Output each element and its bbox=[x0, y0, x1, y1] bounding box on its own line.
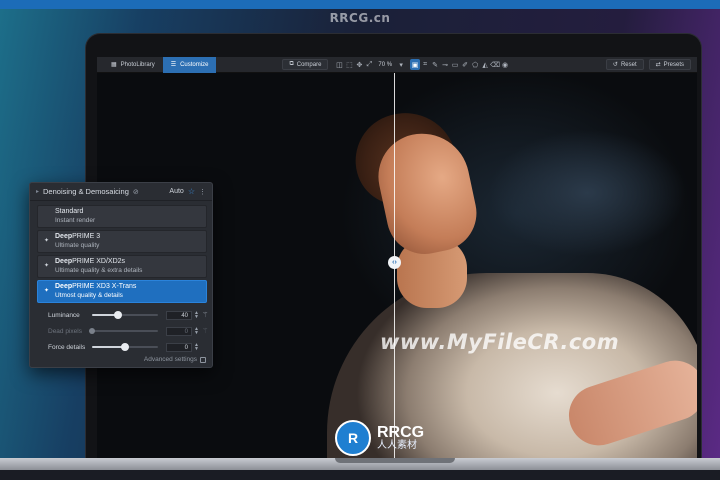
display-icon[interactable]: ▣ bbox=[410, 59, 421, 70]
brush-icon[interactable]: ✐ bbox=[460, 59, 470, 70]
slider-force-details: Force details 0 ▲ ▼ bbox=[48, 341, 216, 353]
presets-label: Presets bbox=[663, 61, 684, 68]
watermark-logo: R RRCG 人人素材 bbox=[335, 418, 455, 458]
slider-knob[interactable] bbox=[121, 343, 129, 351]
top-band bbox=[0, 0, 720, 9]
slider-dead-pixels: Dead pixels 0 ▲ ▼ ⚚ bbox=[48, 325, 216, 337]
sparkle-icon: ✦ bbox=[44, 263, 50, 269]
option-name: DeepPRIME XD/XD2s bbox=[55, 258, 126, 265]
laptop-notch bbox=[335, 458, 455, 463]
zoom-level[interactable]: 70 % bbox=[374, 62, 396, 68]
horizon-icon[interactable]: ⊸ bbox=[440, 59, 450, 70]
option-desc: Ultimate quality bbox=[55, 241, 100, 249]
option-deepprime-3[interactable]: ✦ DeepPRIME 3 Ultimate quality bbox=[37, 230, 207, 253]
watermark-top: RRCG.cn bbox=[329, 11, 391, 25]
reset-label: Reset bbox=[620, 61, 637, 68]
chevron-down-icon[interactable]: ▾ bbox=[396, 59, 406, 70]
collapse-triangle-icon[interactable]: ▸ bbox=[36, 188, 39, 195]
move-icon[interactable]: ✥ bbox=[354, 59, 364, 70]
top-toolbar: ▦ PhotoLibrary ☰ Customize ⧉ Compare ◫ ⬚… bbox=[97, 57, 697, 73]
eyedropper-icon[interactable]: ✎ bbox=[430, 59, 440, 70]
crop-tool-icon[interactable]: ⌗ bbox=[420, 59, 430, 70]
tab-photolibrary-label: PhotoLibrary bbox=[120, 61, 155, 68]
compare-icon: ⧉ bbox=[289, 61, 294, 67]
advanced-settings-toggle[interactable]: Advanced settings bbox=[144, 356, 206, 363]
slider-knob bbox=[89, 328, 95, 334]
slider-label: Force details bbox=[48, 343, 86, 351]
denoising-panel: ▸ Denoising & Demosaicing ⊘ Auto ☆ ⋮ Sta… bbox=[29, 182, 213, 368]
slider-value[interactable]: 40 bbox=[166, 310, 192, 320]
option-name: Standard bbox=[55, 208, 84, 215]
option-name: DeepPRIME XD3 X-Trans bbox=[55, 283, 137, 290]
tab-customize[interactable]: ☰ Customize bbox=[162, 57, 217, 73]
option-desc: Utmost quality & details bbox=[55, 291, 123, 299]
option-desc: Ultimate quality & extra details bbox=[55, 266, 143, 274]
sliders-icon: ☰ bbox=[170, 62, 177, 68]
compare-label: Compare bbox=[296, 61, 322, 68]
presets-button[interactable]: ⇄ Presets bbox=[648, 59, 691, 70]
advanced-settings-label: Advanced settings bbox=[143, 356, 197, 363]
watermark-logo-title: RRCG bbox=[377, 424, 425, 441]
split-view-icon[interactable]: ◫ bbox=[334, 59, 344, 70]
panel-title: Denoising & Demosaicing bbox=[43, 187, 129, 196]
repair-icon[interactable]: ▭ bbox=[450, 59, 460, 70]
panel-header[interactable]: ▸ Denoising & Demosaicing ⊘ Auto ☆ ⋮ bbox=[30, 183, 212, 201]
presets-icon: ⇄ bbox=[655, 62, 661, 68]
grid-icon: ▦ bbox=[111, 62, 117, 68]
option-deepprime-xd2s[interactable]: ✦ DeepPRIME XD/XD2s Ultimate quality & e… bbox=[37, 255, 207, 278]
stepper-icon[interactable]: ▲ ▼ bbox=[194, 343, 199, 352]
tab-customize-label: Customize bbox=[180, 61, 209, 68]
star-icon[interactable]: ☆ bbox=[188, 187, 195, 196]
slider-label: Dead pixels bbox=[48, 327, 82, 335]
watermark-logo-mark: R bbox=[335, 420, 371, 456]
eraser-icon[interactable]: ⌫ bbox=[490, 59, 500, 70]
slider-label: Luminance bbox=[48, 311, 80, 319]
slider-value: 0 bbox=[166, 326, 192, 336]
option-desc: Instant render bbox=[55, 216, 96, 224]
stepper-icon: ▲ ▼ bbox=[194, 326, 199, 336]
mask-icon[interactable]: ⬠ bbox=[470, 59, 480, 70]
crop-view-icon[interactable]: ⬚ bbox=[344, 59, 354, 70]
checkbox-icon[interactable] bbox=[200, 356, 206, 363]
slider-knob[interactable] bbox=[114, 311, 123, 319]
compare-split-handle[interactable]: ‹› bbox=[388, 256, 401, 269]
reset-icon: ↺ bbox=[612, 62, 618, 68]
eye-icon[interactable]: ◉ bbox=[500, 59, 510, 70]
tab-photolibrary[interactable]: ▦ PhotoLibrary bbox=[103, 57, 163, 73]
slider-luminance: Luminance 40 ▲ ▼ ⚚ bbox=[48, 309, 216, 321]
stepper-icon[interactable]: ▲ ▼ bbox=[194, 311, 199, 320]
magic-wand-icon[interactable]: ⚚ bbox=[202, 311, 208, 319]
more-icon[interactable]: ⋮ bbox=[199, 188, 206, 196]
slider-track[interactable] bbox=[92, 343, 158, 351]
option-name: DeepPRIME 3 bbox=[55, 233, 101, 240]
sparkle-icon: ✦ bbox=[44, 238, 50, 244]
sparkle-icon: ✦ bbox=[44, 288, 50, 294]
panel-mode[interactable]: Auto bbox=[169, 188, 183, 195]
slider-value[interactable]: 0 bbox=[166, 342, 192, 352]
reset-button[interactable]: ↺ Reset bbox=[605, 59, 644, 70]
fit-icon[interactable]: ⤢ bbox=[364, 59, 374, 70]
compare-button[interactable]: ⧉ Compare bbox=[282, 59, 329, 70]
watermark-site: www.MyFileCR.com bbox=[380, 330, 620, 354]
visibility-off-icon[interactable]: ⊘ bbox=[133, 188, 139, 196]
slider-track bbox=[89, 328, 158, 334]
option-standard[interactable]: Standard Instant render bbox=[37, 205, 207, 228]
bottom-strip bbox=[0, 470, 720, 480]
watermark-logo-subtitle: 人人素材 bbox=[377, 440, 417, 451]
gradient-icon[interactable]: ◭ bbox=[480, 59, 490, 70]
magic-wand-icon: ⚚ bbox=[201, 328, 209, 335]
option-deepprime-xd3[interactable]: ✦ DeepPRIME XD3 X-Trans Utmost quality &… bbox=[37, 280, 207, 303]
slider-track[interactable] bbox=[92, 311, 158, 319]
